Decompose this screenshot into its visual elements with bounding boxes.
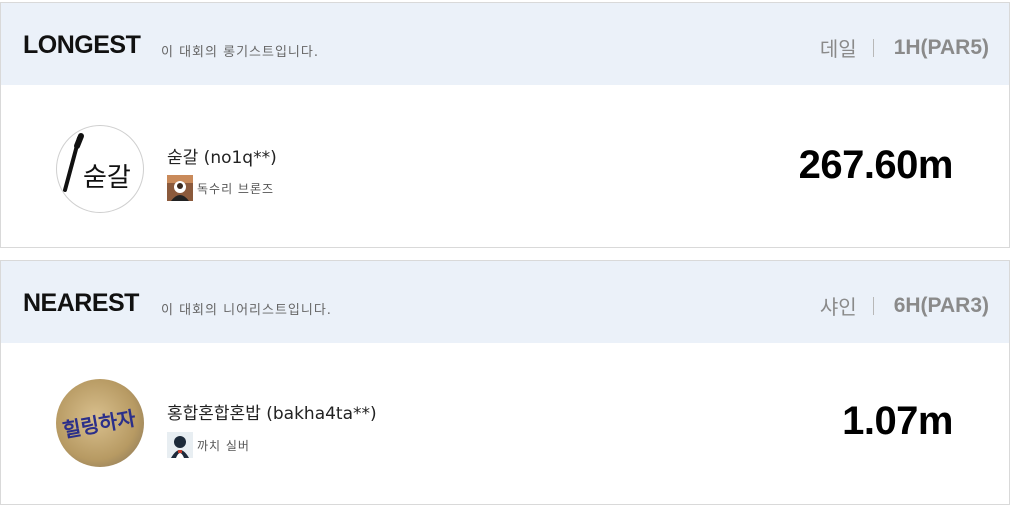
nearest-hole: 6H(PAR3) (893, 293, 989, 317)
grade-label: 까치 실버 (197, 438, 250, 453)
avatar-text: 숟갈 (83, 163, 131, 193)
longest-header: LONGEST 이 대회의 롱기스트입니다. 데일 1H(PAR5) (1, 3, 1009, 85)
divider (872, 38, 874, 57)
nearest-course: 샤인 (819, 297, 857, 319)
longest-card: LONGEST 이 대회의 롱기스트입니다. 데일 1H(PAR5) 숟갈 숟갈… (0, 2, 1010, 248)
longest-title: LONGEST (23, 31, 141, 59)
player-name[interactable]: 숟갈 (no1q**) (167, 143, 277, 168)
longest-body: 숟갈 숟갈 (no1q**) 독수리 브론즈 267.60m (1, 85, 1009, 247)
player-grade: 까치 실버 (167, 432, 250, 458)
longest-hole: 1H(PAR5) (893, 35, 989, 59)
longest-course: 데일 (819, 39, 857, 61)
player-name[interactable]: 홍합혼합혼밥 (bakha4ta**) (167, 399, 377, 424)
longest-hole-info: 데일 1H(PAR5) (820, 33, 989, 62)
avatar-calligraphy-image: 숟갈 (63, 133, 131, 193)
nearest-body: 힐링하자 홍합혼합혼밥 (bakha4ta**) 까치 실버 1.07m (1, 343, 1009, 504)
magpie-silver-icon (167, 432, 193, 458)
nearest-header: NEAREST 이 대회의 니어리스트입니다. 샤인 6H(PAR3) (1, 261, 1009, 343)
grade-label: 독수리 브론즈 (197, 181, 275, 196)
longest-description: 이 대회의 롱기스트입니다. (161, 45, 319, 60)
nearest-distance: 1.07m (842, 399, 953, 443)
nearest-hole-info: 샤인 6H(PAR3) (820, 291, 989, 320)
eagle-bronze-icon (167, 175, 193, 201)
divider (872, 296, 874, 315)
longest-distance: 267.60m (798, 143, 954, 187)
nearest-description: 이 대회의 니어리스트입니다. (161, 303, 332, 318)
avatar-handwriting-image: 힐링하자 (61, 406, 138, 443)
avatar[interactable]: 숟갈 (56, 125, 144, 213)
player-grade: 독수리 브론즈 (167, 175, 274, 201)
avatar-text: 힐링하자 (61, 406, 138, 443)
nearest-card: NEAREST 이 대회의 니어리스트입니다. 샤인 6H(PAR3) 힐링하자… (0, 260, 1010, 505)
avatar[interactable]: 힐링하자 (56, 379, 144, 467)
nearest-title: NEAREST (23, 289, 139, 317)
